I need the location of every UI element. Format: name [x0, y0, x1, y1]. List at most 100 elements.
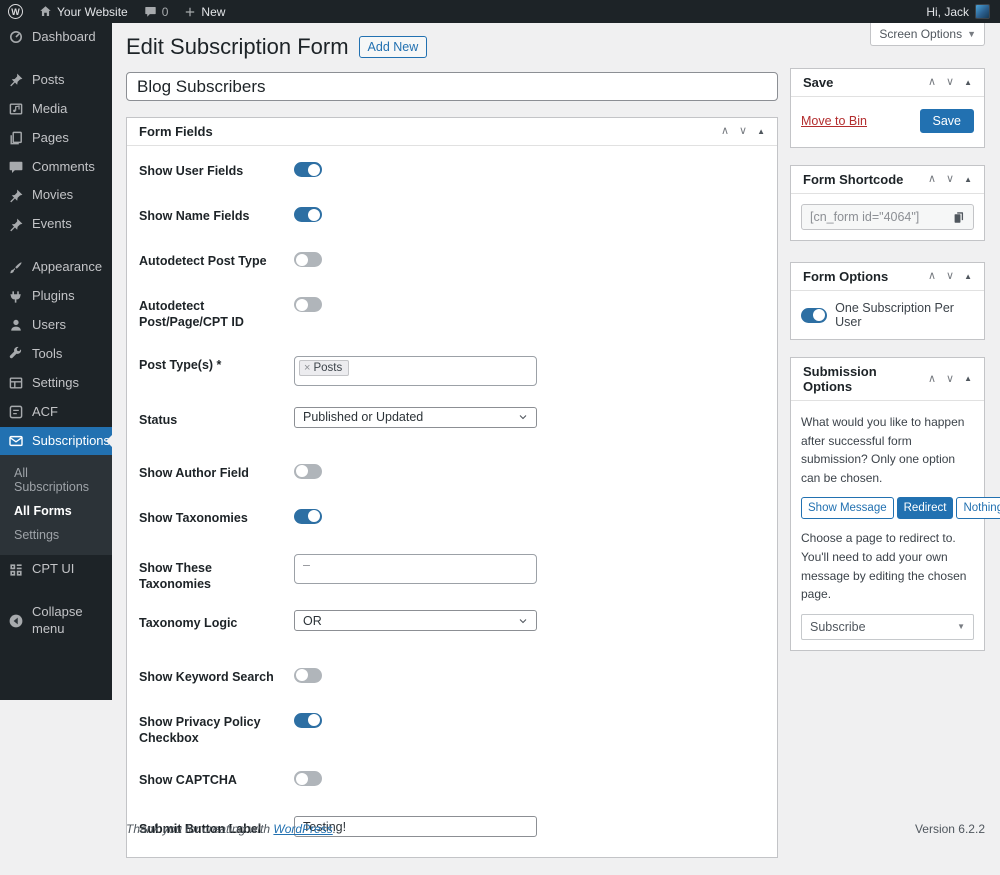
sidebar-item-movies[interactable]: Movies: [0, 181, 112, 210]
autodetect-post-id-toggle[interactable]: [294, 297, 322, 312]
status-select[interactable]: Published or Updated: [294, 406, 537, 428]
sidebar-item-subscriptions[interactable]: Subscriptions: [0, 426, 112, 456]
move-down-icon[interactable]: ∨: [739, 126, 747, 137]
admin-bar: W Your Website 0 New Hi, Jack: [0, 0, 1000, 23]
collapse-panel-icon[interactable]: ▲: [964, 272, 972, 281]
new-content-menu[interactable]: New: [176, 0, 233, 23]
show-name-fields-toggle[interactable]: [294, 207, 322, 222]
move-up-icon[interactable]: ∧: [928, 271, 936, 282]
field-label: Autodetect Post/Page/CPT ID: [139, 299, 244, 330]
move-up-icon[interactable]: ∧: [721, 126, 729, 137]
move-down-icon[interactable]: ∨: [946, 174, 954, 185]
sidebar-item-label: ACF: [32, 403, 58, 419]
account-greeting[interactable]: Hi, Jack: [926, 5, 969, 19]
save-button[interactable]: Save: [919, 109, 974, 133]
one-subscription-per-user-label: One Subscription Per User: [835, 301, 954, 329]
field-label: Taxonomy Logic: [139, 616, 238, 631]
sidebar-item-users[interactable]: Users: [0, 311, 112, 340]
field-row-show-these-taxonomies: Show These Taxonomies –: [139, 553, 765, 593]
form-title-input[interactable]: [126, 72, 778, 101]
field-label: Post Type(s) *: [139, 357, 222, 372]
comment-icon: [8, 159, 24, 175]
show-user-fields-toggle[interactable]: [294, 162, 322, 177]
submission-options-metabox: Submission Options ∧ ∨ ▲ What would you …: [790, 357, 1000, 651]
remove-tag-icon[interactable]: ×: [304, 362, 310, 374]
submenu-settings[interactable]: Settings: [0, 523, 112, 547]
move-up-icon[interactable]: ∧: [928, 174, 936, 185]
field-row-taxonomy-logic: Taxonomy Logic OR: [139, 610, 765, 632]
field-label: Show Keyword Search: [139, 669, 274, 684]
wordpress-logo-menu[interactable]: W: [0, 0, 31, 23]
redirect-button[interactable]: Redirect: [896, 497, 954, 520]
autodetect-post-type-toggle[interactable]: [294, 252, 322, 267]
chevron-down-icon: [518, 412, 528, 422]
add-new-button[interactable]: Add New: [358, 36, 428, 58]
show-keyword-search-toggle[interactable]: [294, 667, 322, 683]
collapse-panel-icon[interactable]: ▲: [964, 175, 972, 184]
comments-admin-bar[interactable]: 0: [136, 0, 177, 23]
show-captcha-toggle[interactable]: [294, 771, 322, 786]
comments-bubble-icon: [144, 5, 157, 18]
wordpress-logo-icon: W: [8, 4, 23, 19]
field-row-show-user-fields: Show User Fields: [139, 162, 765, 182]
show-author-field-toggle[interactable]: [294, 463, 322, 479]
redirect-page-select[interactable]: Subscribe ▼: [801, 613, 974, 640]
sidebar-item-acf[interactable]: ACF: [0, 398, 112, 427]
sidebar-item-settings[interactable]: Settings: [0, 369, 112, 398]
screen-options-tab[interactable]: Screen Options ▼: [870, 23, 985, 46]
chevron-down-icon: ▼: [957, 622, 965, 632]
submenu-all-forms[interactable]: All Forms: [0, 499, 112, 523]
plus-icon: [184, 6, 196, 18]
submission-description: What would you like to happen after succ…: [801, 415, 965, 485]
move-down-icon[interactable]: ∨: [946, 77, 954, 88]
sidebar-item-plugins[interactable]: Plugins: [0, 282, 112, 311]
form-fields-metabox: Form Fields ∧ ∨ ▲ Show User Fields Show …: [126, 117, 778, 859]
site-name-link[interactable]: Your Website: [31, 0, 136, 23]
sidebar-item-label: Plugins: [32, 288, 75, 304]
show-taxonomies-toggle[interactable]: [294, 508, 322, 524]
one-subscription-per-user-toggle[interactable]: [801, 307, 828, 323]
sidebar-item-media[interactable]: Media: [0, 95, 112, 124]
redirect-page-value: Subscribe: [810, 619, 866, 634]
move-up-icon[interactable]: ∧: [928, 77, 936, 88]
sidebar-item-label: Subscriptions: [32, 432, 111, 448]
new-label: New: [201, 4, 226, 19]
sidebar-item-posts[interactable]: Posts: [0, 66, 112, 95]
sidebar-item-label: Movies: [32, 187, 74, 203]
nothing-button[interactable]: Nothing: [956, 497, 1000, 520]
comments-count: 0: [161, 4, 169, 19]
copy-icon[interactable]: [952, 211, 965, 224]
show-privacy-policy-toggle[interactable]: [294, 712, 322, 728]
show-these-taxonomies-box[interactable]: –: [294, 553, 537, 584]
sidebar-item-comments[interactable]: Comments: [0, 153, 112, 182]
move-down-icon[interactable]: ∨: [946, 373, 954, 385]
sidebar-item-cpt-ui[interactable]: CPT UI: [0, 555, 112, 584]
taxonomy-logic-select[interactable]: OR: [294, 610, 537, 632]
sidebar-item-tools[interactable]: Tools: [0, 340, 112, 369]
field-row-show-captcha: Show CAPTCHA: [139, 771, 765, 791]
post-type-tag: × Posts: [299, 359, 350, 376]
screen-options-label: Screen Options: [879, 27, 963, 41]
show-message-button[interactable]: Show Message: [801, 497, 894, 520]
sidebar-item-label: Settings: [32, 374, 79, 390]
collapse-panel-icon[interactable]: ▲: [757, 127, 765, 136]
field-label: Show CAPTCHA: [139, 773, 237, 787]
sidebar-item-pages[interactable]: Pages: [0, 124, 112, 153]
collapse-menu-button[interactable]: Collapse menu: [0, 598, 112, 644]
wordpress-link[interactable]: WordPress: [273, 822, 332, 836]
move-down-icon[interactable]: ∨: [946, 271, 954, 282]
sidebar-item-appearance[interactable]: Appearance: [0, 253, 112, 282]
user-avatar[interactable]: [975, 4, 990, 19]
shortcode-field[interactable]: [cn_form id="4064"]: [801, 204, 974, 230]
post-types-multiselect[interactable]: × Posts: [294, 355, 537, 386]
collapse-panel-icon[interactable]: ▲: [964, 375, 972, 383]
move-to-bin-link[interactable]: Move to Bin: [801, 114, 867, 128]
move-up-icon[interactable]: ∧: [928, 373, 936, 385]
sidebar-item-dashboard[interactable]: Dashboard: [0, 23, 112, 52]
sidebar-item-events[interactable]: Events: [0, 210, 112, 239]
sidebar-item-label: Tools: [32, 345, 63, 361]
collapse-panel-icon[interactable]: ▲: [964, 78, 972, 87]
sidebar-item-label: Pages: [32, 129, 69, 145]
submenu-all-subscriptions[interactable]: All Subscriptions: [0, 461, 112, 499]
field-row-show-privacy-policy: Show Privacy Policy Checkbox: [139, 712, 765, 747]
